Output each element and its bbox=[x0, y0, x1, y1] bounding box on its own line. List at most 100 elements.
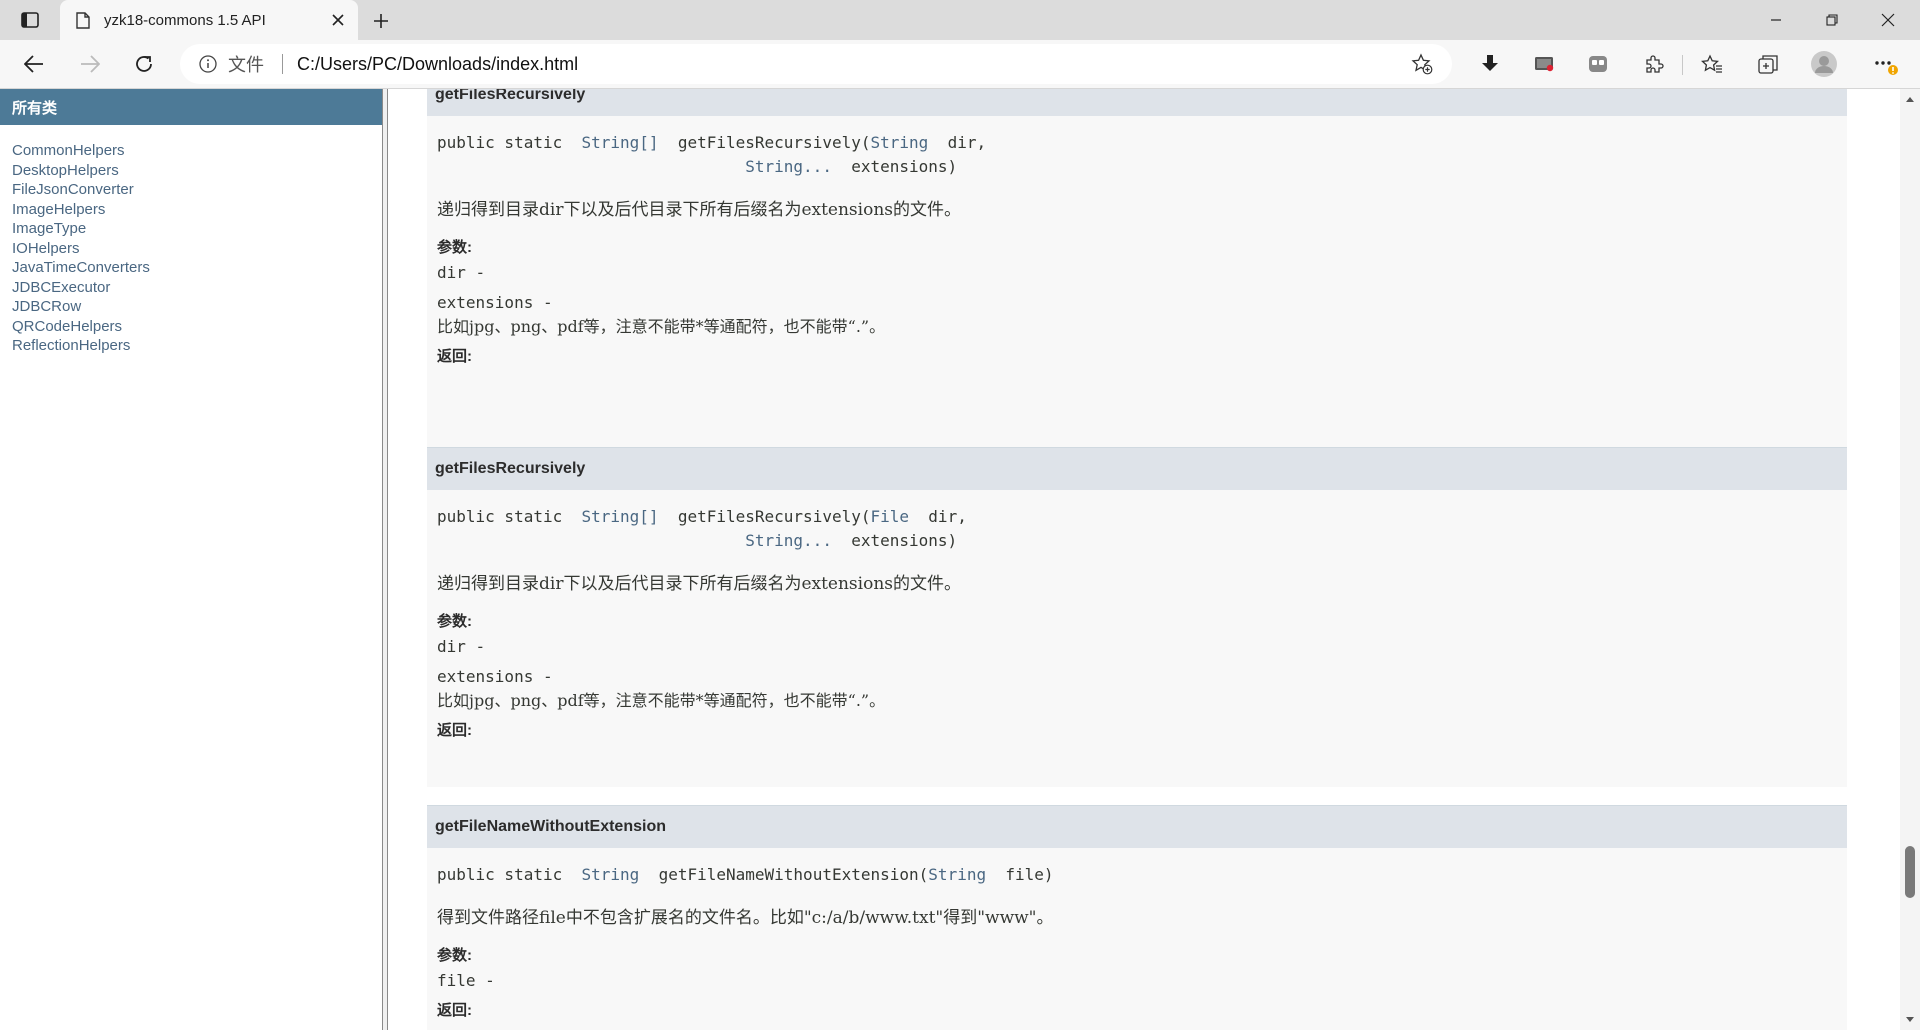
close-window-button[interactable] bbox=[1860, 0, 1916, 40]
class-link[interactable]: JDBCRow bbox=[12, 297, 382, 317]
avatar-icon bbox=[1811, 51, 1837, 77]
collections-button[interactable] bbox=[1750, 46, 1786, 82]
minimize-button[interactable] bbox=[1748, 0, 1804, 40]
param-name: extensions - bbox=[437, 293, 553, 312]
method-signature: public static String[] getFilesRecursive… bbox=[437, 507, 967, 550]
forward-button[interactable] bbox=[72, 46, 108, 82]
returns-label: 返回: bbox=[437, 348, 472, 365]
address-divider bbox=[282, 54, 283, 74]
download-icon bbox=[1482, 55, 1498, 71]
scroll-up-icon[interactable] bbox=[1904, 93, 1916, 105]
vertical-scrollbar[interactable] bbox=[1900, 89, 1920, 1030]
restore-button[interactable] bbox=[1804, 0, 1860, 40]
plus-icon bbox=[374, 14, 388, 28]
class-link[interactable]: ReflectionHelpers bbox=[12, 336, 382, 356]
close-icon bbox=[332, 14, 344, 26]
sig-param-name: extensions) bbox=[851, 531, 958, 550]
browser-toolbar: 文件 C:/Users/PC/Downloads/index.html bbox=[0, 40, 1920, 89]
arrow-right-icon bbox=[81, 55, 100, 73]
sig-return-type[interactable]: String[] bbox=[582, 507, 659, 526]
favorites-icon bbox=[1701, 54, 1722, 73]
method-name: getFilesRecursively bbox=[427, 89, 1847, 116]
class-link[interactable]: DesktopHelpers bbox=[12, 161, 382, 181]
method-name: getFilesRecursively bbox=[427, 447, 1847, 490]
sig-return-type[interactable]: String[] bbox=[582, 133, 659, 152]
extension-button-2[interactable] bbox=[1580, 46, 1616, 82]
params-label: 参数: bbox=[437, 239, 472, 256]
params-label: 参数: bbox=[437, 613, 472, 630]
param-description: 比如jpg、png、pdf等，注意不能带*等通配符，也不能带“.”。 bbox=[437, 317, 886, 336]
scrollbar-thumb[interactable] bbox=[1905, 846, 1915, 898]
class-link[interactable]: FileJsonConverter bbox=[12, 180, 382, 200]
class-link[interactable]: QRCodeHelpers bbox=[12, 317, 382, 337]
arrow-left-icon bbox=[24, 55, 43, 73]
returns-label: 返回: bbox=[437, 1002, 472, 1019]
sig-modifiers: public static bbox=[437, 133, 572, 152]
puzzle-icon bbox=[1646, 55, 1664, 73]
class-link[interactable]: JavaTimeConverters bbox=[12, 258, 382, 278]
favorites-button[interactable] bbox=[1694, 46, 1730, 82]
scroll-down-icon[interactable] bbox=[1904, 1014, 1916, 1026]
class-link[interactable]: CommonHelpers bbox=[12, 141, 382, 161]
class-link[interactable]: JDBCExecutor bbox=[12, 278, 382, 298]
new-tab-button[interactable] bbox=[366, 6, 396, 36]
param-name: file - bbox=[437, 971, 495, 990]
sig-return-type[interactable]: String bbox=[582, 865, 640, 884]
toolbar-divider bbox=[1682, 55, 1683, 75]
method-description: 递归得到目录dir下以及后代目录下所有后缀名为extensions的文件。 bbox=[437, 200, 962, 220]
sig-modifiers: public static bbox=[437, 507, 572, 526]
method-detail: getFileNameWithoutExtension public stati… bbox=[427, 805, 1847, 1030]
param-name: dir - bbox=[437, 637, 486, 656]
profile-button[interactable] bbox=[1806, 46, 1842, 82]
method-signature: public static String getFileNameWithoutE… bbox=[437, 865, 1054, 884]
class-link[interactable]: ImageHelpers bbox=[12, 200, 382, 220]
param-description: 比如jpg、png、pdf等，注意不能带*等通配符，也不能带“.”。 bbox=[437, 691, 886, 710]
close-tab-button[interactable] bbox=[324, 6, 352, 34]
restore-icon bbox=[1826, 14, 1838, 26]
refresh-button[interactable] bbox=[126, 46, 162, 82]
sig-param-type[interactable]: String... bbox=[745, 157, 832, 176]
tab-actions-button[interactable] bbox=[12, 8, 48, 32]
sig-param-name: dir, bbox=[928, 507, 967, 526]
sig-param-name: dir, bbox=[947, 133, 987, 152]
scheme-label: 文件 bbox=[228, 55, 264, 75]
sig-param-type[interactable]: File bbox=[871, 507, 910, 526]
extensions-button[interactable] bbox=[1636, 46, 1672, 82]
screen-record-icon bbox=[1535, 57, 1554, 72]
tab-actions-icon bbox=[21, 12, 39, 28]
close-icon bbox=[1881, 13, 1895, 27]
address-bar[interactable]: 文件 C:/Users/PC/Downloads/index.html bbox=[180, 44, 1452, 84]
minimize-icon bbox=[1771, 19, 1781, 21]
extension-button-1[interactable] bbox=[1526, 46, 1562, 82]
settings-menu-button[interactable] bbox=[1868, 46, 1904, 82]
class-link[interactable]: ImageType bbox=[12, 219, 382, 239]
sig-param-type[interactable]: String... bbox=[745, 531, 832, 550]
class-list: CommonHelpers DesktopHelpers FileJsonCon… bbox=[12, 141, 382, 356]
method-signature: public static String[] getFilesRecursive… bbox=[437, 133, 987, 176]
downloads-button[interactable] bbox=[1472, 46, 1508, 82]
sig-param-name: file) bbox=[1005, 865, 1054, 884]
sig-method-name: getFilesRecursively bbox=[677, 133, 861, 152]
info-icon[interactable] bbox=[198, 54, 218, 74]
returns-label: 返回: bbox=[437, 722, 472, 739]
add-favorite-button[interactable] bbox=[1404, 46, 1440, 82]
url-text[interactable]: C:/Users/PC/Downloads/index.html bbox=[297, 54, 1404, 75]
tab-strip: yzk18-commons 1.5 API bbox=[0, 0, 1920, 40]
refresh-icon bbox=[136, 56, 152, 72]
param-name: dir - bbox=[437, 263, 486, 282]
method-description: 递归得到目录dir下以及后代目录下所有后缀名为extensions的文件。 bbox=[437, 574, 962, 594]
back-button[interactable] bbox=[16, 46, 52, 82]
sig-param-type[interactable]: String bbox=[928, 865, 986, 884]
tab-title: yzk18-commons 1.5 API bbox=[104, 11, 266, 29]
sig-param-type[interactable]: String bbox=[871, 133, 929, 152]
document-icon bbox=[74, 11, 92, 29]
star-plus-icon bbox=[1411, 53, 1433, 75]
class-detail-frame: getFilesRecursively public static String… bbox=[389, 89, 1900, 1030]
method-description: 得到文件路径file中不包含扩展名的文件名。比如"c:/a/b/www.txt"… bbox=[437, 908, 1054, 928]
all-classes-frame: 所有类 CommonHelpers DesktopHelpers FileJso… bbox=[0, 89, 382, 1030]
frame-splitter[interactable] bbox=[382, 89, 388, 1030]
browser-tab[interactable]: yzk18-commons 1.5 API bbox=[60, 0, 358, 40]
collections-icon bbox=[1758, 55, 1778, 74]
class-link[interactable]: IOHelpers bbox=[12, 239, 382, 259]
method-name: getFileNameWithoutExtension bbox=[427, 805, 1847, 848]
